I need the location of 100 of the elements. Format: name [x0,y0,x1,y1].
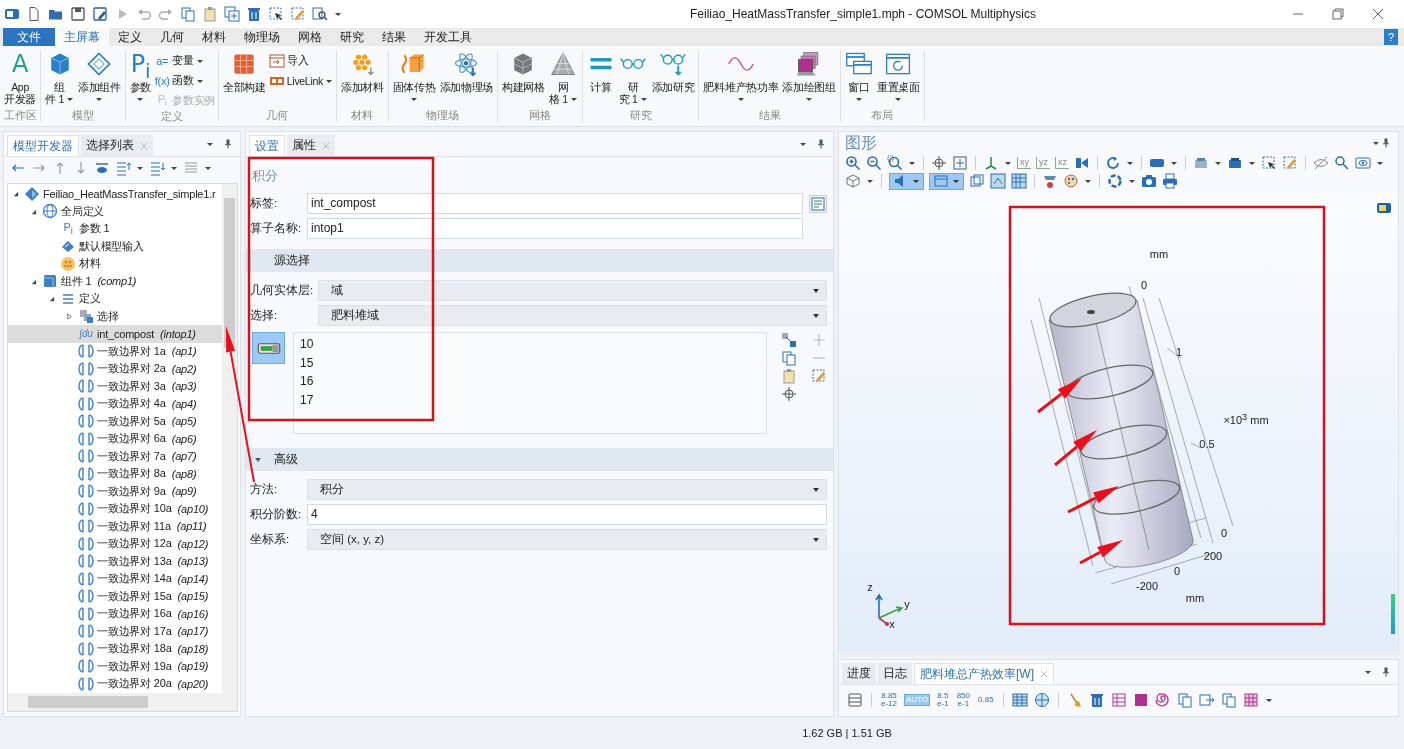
input-field[interactable]: int_compost [307,193,803,214]
panel-tab[interactable]: 日志 [878,663,912,684]
eye-icon[interactable] [1355,155,1371,171]
list-item[interactable]: 17 [300,392,760,411]
panel-tab[interactable]: 属性 [287,135,335,156]
table-icon[interactable] [1242,692,1259,708]
caret-icon[interactable] [1372,139,1380,147]
table-icon[interactable] [1011,692,1028,708]
zoom-in-icon[interactable] [845,155,861,171]
ribbon-button[interactable]: LiveLink [268,72,333,89]
tree-item[interactable]: 一致边界对 10a (ap10) [8,500,224,518]
number-format-button[interactable]: 850 e-1 [955,691,971,709]
toggle-button[interactable] [889,172,924,190]
tree-item[interactable]: 一致边界对 17a (ap17) [8,622,224,640]
tree-item[interactable]: 一致边界对 13a (ap13) [8,552,224,570]
zoom-box-icon[interactable] [887,155,903,171]
select-icon[interactable] [1227,155,1243,171]
box-select-icon[interactable] [268,6,284,22]
caret-icon[interactable] [799,140,807,148]
trash-icon[interactable] [1088,692,1105,708]
tree-item[interactable]: 一致边界对 1a (ap1) [8,342,224,360]
tree-item[interactable]: 一致边界对 4a (ap4) [8,395,224,413]
expand-icon[interactable] [66,312,73,320]
table-icon[interactable] [847,692,863,708]
graphics-view[interactable]: mm 0 1 ×10$^{3}$ mm 0.5 0 200 0 -200 mm z y x [839,194,1398,652]
clip-icon[interactable] [1042,173,1058,189]
select-icon[interactable] [1193,155,1209,171]
caret-icon[interactable] [1248,159,1256,167]
caret-icon[interactable] [1004,159,1012,167]
hide-icon[interactable] [1313,155,1329,171]
number-format-button[interactable]: 0.85 [977,695,995,705]
printer-icon[interactable] [1162,173,1178,189]
number-format-button[interactable]: 8.85 e-12 [880,691,898,709]
tree-item[interactable]: 一致边界对 19a (ap19) [8,657,224,675]
ribbon-button[interactable]: 添加绘图组 [781,50,837,103]
list-item[interactable]: 10 [300,337,760,356]
toggle-button[interactable] [252,332,285,364]
menu-tab[interactable]: 定义 [109,28,151,46]
pin-icon[interactable] [815,138,827,150]
caret-icon[interactable] [908,159,916,167]
camera-icon[interactable] [1141,173,1157,189]
copy-icon[interactable] [1176,692,1193,708]
caret-icon[interactable] [1170,159,1178,167]
close-icon[interactable] [1370,6,1386,22]
list-item[interactable]: 15 [300,355,760,374]
caret-icon[interactable] [1376,159,1384,167]
menu-tab[interactable]: 结果 [373,28,415,46]
find-icon[interactable] [312,6,328,22]
panel-tab[interactable]: 选择列表 [81,135,153,156]
view-button[interactable]: yz [1036,157,1050,169]
zoom-extents-icon[interactable] [952,155,968,171]
ribbon-button[interactable]: A App 开发器 [3,50,38,105]
collapse-icon[interactable] [30,277,37,285]
tree-item[interactable]: ∫du int_compost (intop1) [8,325,224,343]
ribbon-button[interactable]: 导入 [268,52,333,69]
tree-item[interactable]: 一致边界对 20a (ap20) [8,675,224,693]
collapse-icon[interactable] [30,207,37,215]
grid-icon[interactable] [1011,173,1027,189]
trash-icon[interactable] [246,6,262,22]
tree-item[interactable]: 一致边界对 2a (ap2) [8,360,224,378]
wireframe-icon[interactable] [969,173,985,189]
copy-icon[interactable] [1220,692,1237,708]
ribbon-button[interactable]: P$_{i}$ 参数 [128,50,153,103]
panel-tab[interactable]: 进度 [842,663,876,684]
globe-icon[interactable] [1033,692,1050,708]
caret-icon[interactable] [170,164,178,172]
export-icon[interactable] [1198,692,1215,708]
tree-item[interactable]: 全局定义 [8,202,224,220]
menu-tab[interactable]: 物理场 [235,28,289,46]
pin-icon[interactable] [1380,137,1392,149]
ribbon-button[interactable]: 肥料堆产热功率 [702,50,780,103]
tree-item[interactable]: 选择 [8,307,224,325]
ribbon-button[interactable]: 组 件 1 [44,50,75,105]
zoom-out-icon[interactable] [866,155,882,171]
tree-item[interactable]: 一致边界对 6a (ap6) [8,430,224,448]
menu-tab[interactable]: 开发工具 [415,28,481,46]
caret-icon[interactable] [334,10,342,18]
ribbon-button[interactable]: 固体传热 [391,50,437,103]
menu-tab[interactable]: 材料 [193,28,235,46]
caret-icon[interactable] [136,164,144,172]
toggle-button[interactable] [929,172,964,190]
dropdown[interactable]: 积分 [307,479,827,500]
view-button[interactable]: xz [1055,157,1069,169]
refresh-icon[interactable] [1107,173,1123,189]
ribbon-button[interactable]: 全部构建 [222,50,267,93]
pin-icon[interactable] [1380,666,1392,678]
caret-icon[interactable] [204,164,212,172]
ribbon-button[interactable]: 窗口 [843,50,874,103]
menu-tab[interactable]: 几何 [151,28,193,46]
tree-item[interactable]: 一致边界对 8a (ap8) [8,465,224,483]
graph-select-icon[interactable] [781,332,797,348]
caret-icon[interactable] [1364,668,1372,676]
caret-icon[interactable] [1128,177,1136,185]
dropdown[interactable]: 空间 (x, y, z) [307,529,827,550]
caret-icon[interactable] [1264,696,1273,704]
ribbon-button[interactable]: 研 究 1 [617,50,649,105]
caret-icon[interactable] [1126,159,1134,167]
app-logo-icon[interactable] [4,6,20,22]
menu-tab[interactable]: 研究 [331,28,373,46]
section-header[interactable]: 高级 [246,448,833,471]
